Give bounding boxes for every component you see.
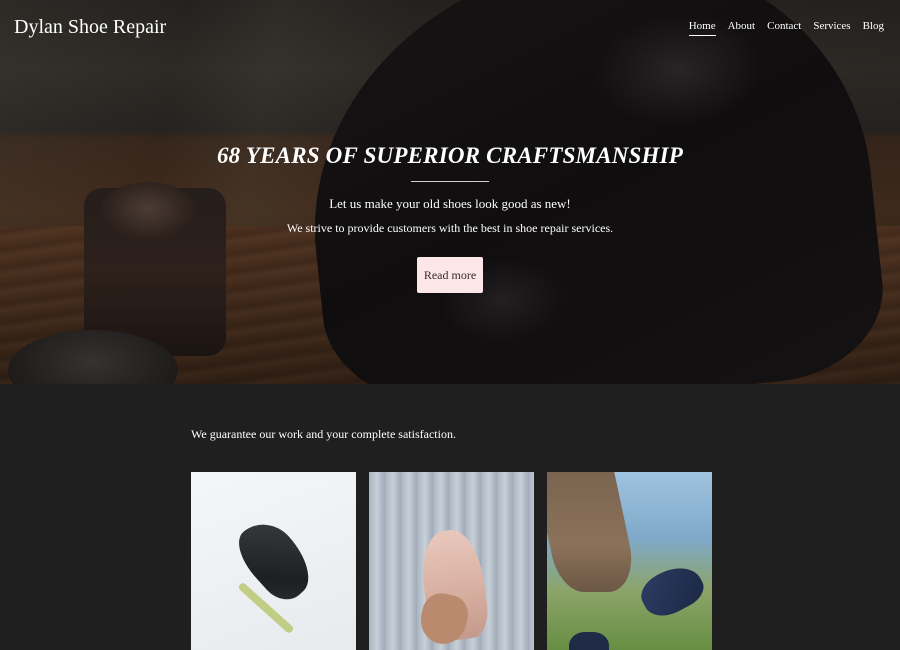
site-brand[interactable]: Dylan Shoe Repair [14, 16, 166, 39]
gallery-card-black-sneaker[interactable] [191, 472, 356, 650]
gallery-card-blue-sneaker[interactable] [547, 472, 712, 650]
hero-divider [411, 181, 489, 182]
nav-blog[interactable]: Blog [863, 20, 884, 36]
read-more-button[interactable]: Read more [417, 257, 483, 293]
image-gallery [191, 472, 712, 650]
nav-contact[interactable]: Contact [767, 20, 801, 36]
guarantee-text: We guarantee our work and your complete … [191, 427, 456, 441]
hero-tagline: Let us make your old shoes look good as … [329, 196, 571, 211]
nav-services[interactable]: Services [813, 20, 850, 36]
black-sneaker-image [227, 511, 323, 609]
leg-image [547, 472, 640, 592]
gallery-card-pink-sneaker[interactable] [369, 472, 534, 650]
blue-sneaker-image [634, 557, 710, 625]
hero-description: We strive to provide customers with the … [286, 221, 614, 235]
nav-home[interactable]: Home [688, 20, 716, 36]
hero-content: 68 YEARS OF SUPERIOR CRAFTSMANSHIP Let u… [0, 143, 900, 293]
hero-title: 68 YEARS OF SUPERIOR CRAFTSMANSHIP [216, 143, 684, 168]
nav-about[interactable]: About [728, 20, 756, 36]
main-nav: Home About Contact Services Blog [688, 20, 884, 36]
blue-sneaker-second-image [569, 632, 609, 650]
